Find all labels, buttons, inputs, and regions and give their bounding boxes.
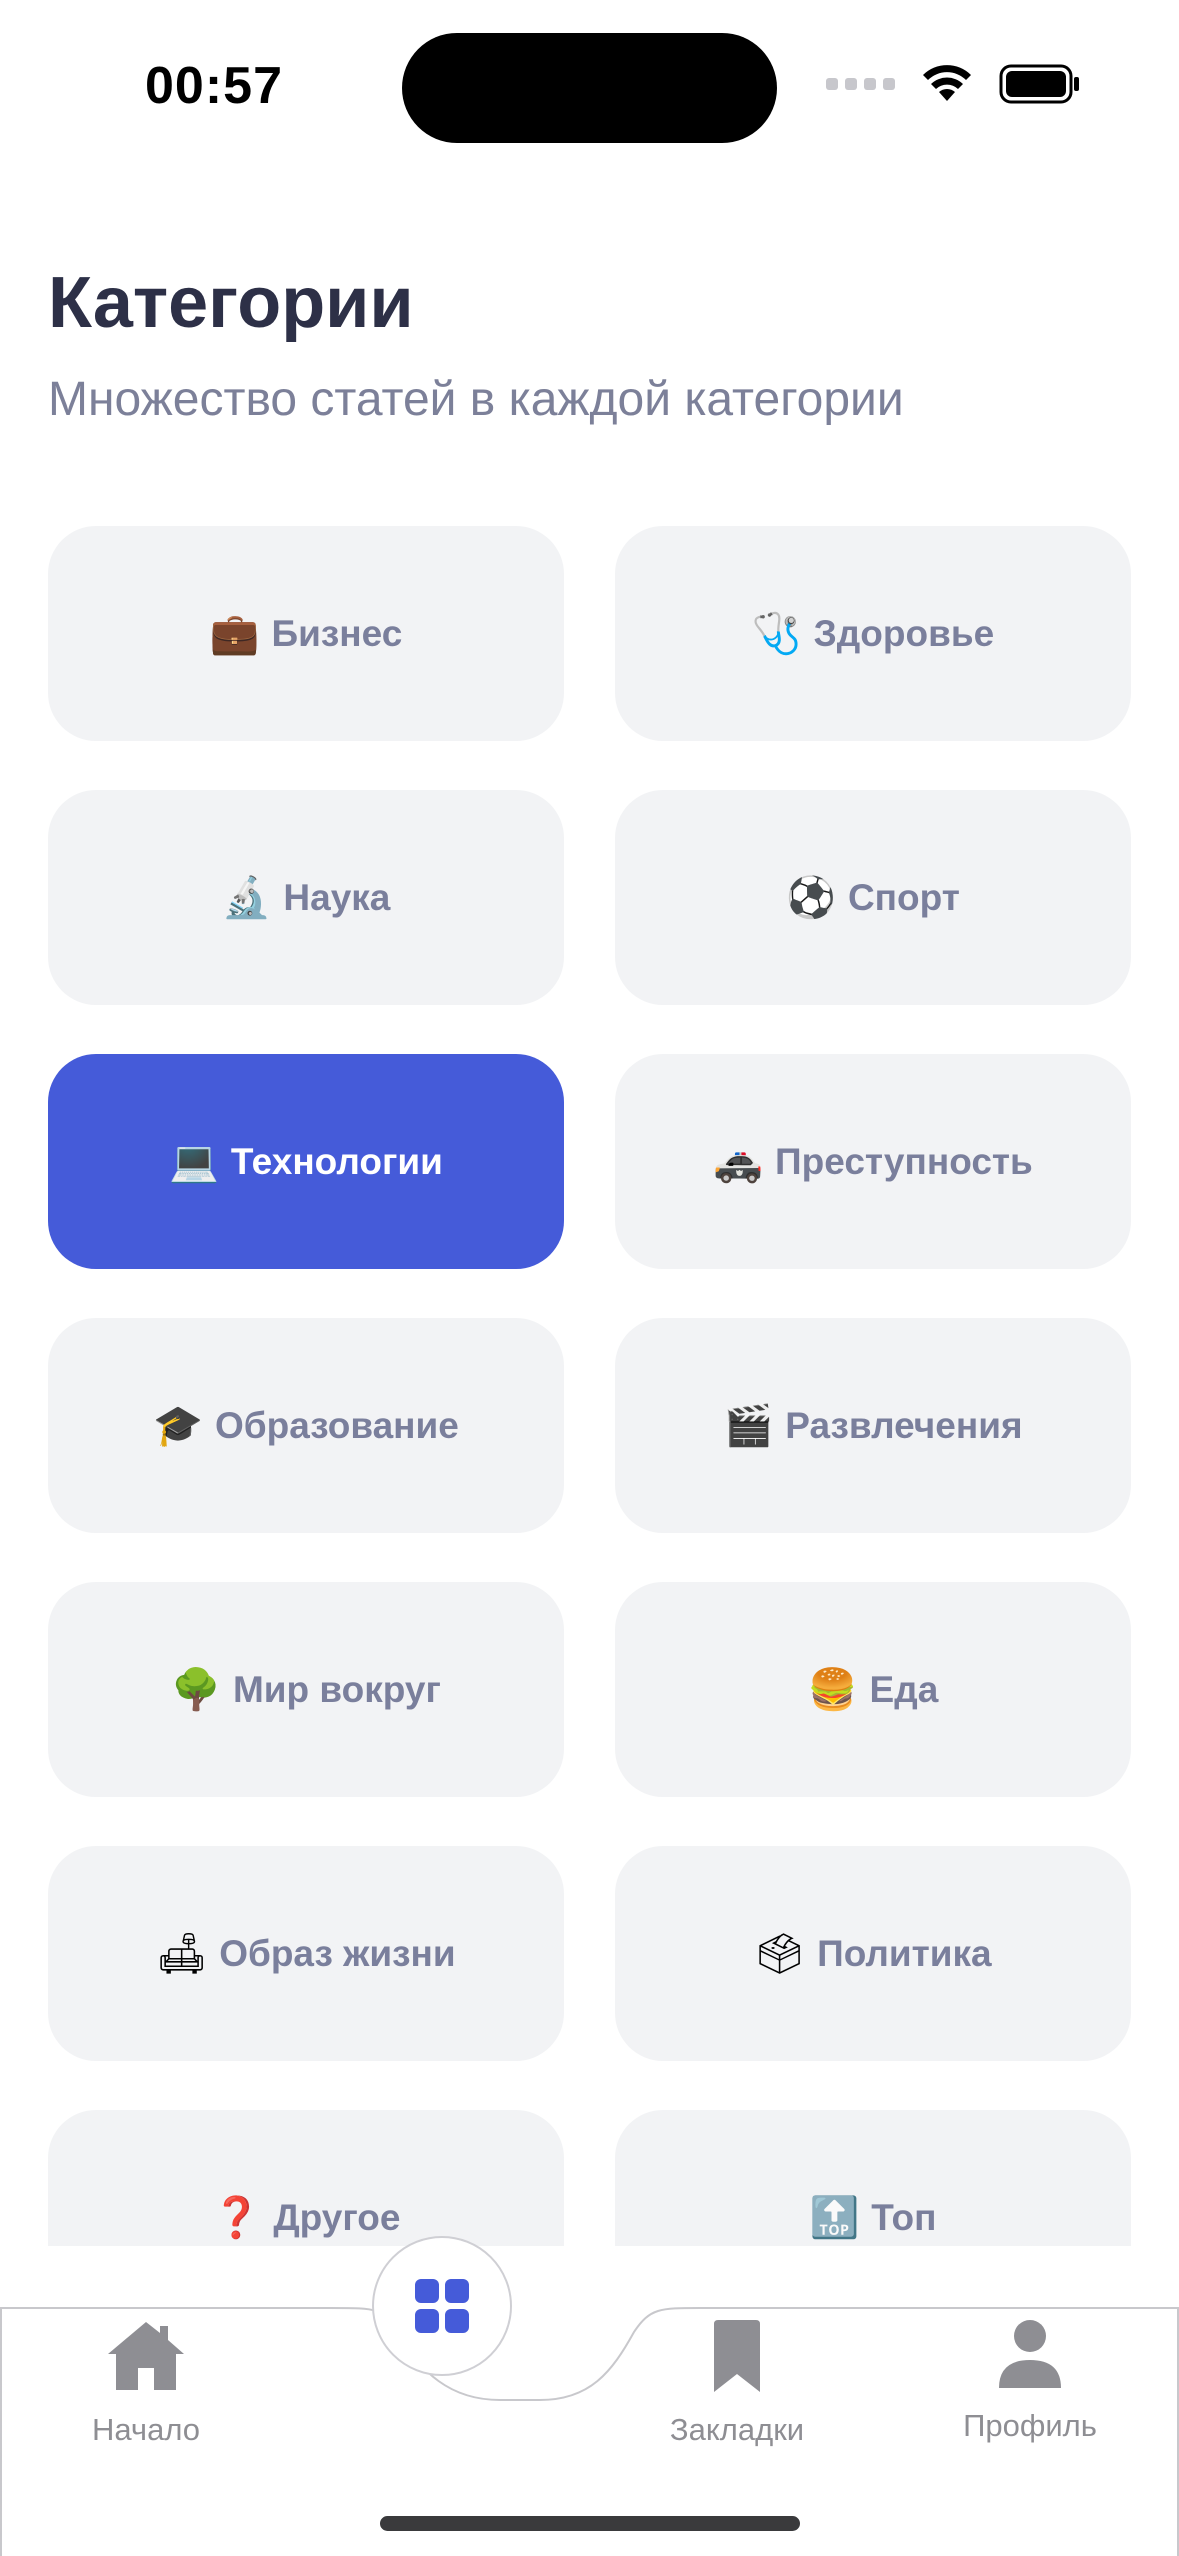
category-card-health[interactable]: 🩺 Здоровье	[615, 526, 1131, 741]
category-label: Образ жизни	[219, 1932, 456, 1974]
category-label: Бизнес	[271, 612, 403, 654]
tab-home-label: Начало	[91, 2412, 200, 2447]
categories-grid-button[interactable]	[372, 2236, 512, 2376]
category-label: Здоровье	[813, 612, 995, 654]
police-car-icon: 🚓	[713, 1138, 764, 1185]
category-card-science[interactable]: 🔬 Наука	[48, 790, 564, 1005]
tab-profile-label: Профиль	[963, 2408, 1097, 2443]
dynamic-island	[402, 33, 777, 143]
graduation-cap-icon: 🎓	[153, 1402, 203, 1449]
burger-icon: 🍔	[807, 1666, 858, 1713]
briefcase-icon: 💼	[209, 610, 260, 657]
tree-icon: 🌳	[171, 1666, 221, 1713]
category-label: Мир вокруг	[232, 1668, 441, 1710]
category-label: Спорт	[847, 876, 960, 918]
tab-profile[interactable]: Профиль	[910, 2318, 1150, 2444]
category-card-business[interactable]: 💼 Бизнес	[48, 526, 564, 741]
category-card-technology[interactable]: 💻 Технологии	[48, 1054, 564, 1269]
ballot-box-icon: 🗳	[754, 1930, 806, 1977]
category-label: Развлечения	[785, 1404, 1023, 1446]
signal-dots-icon	[826, 78, 895, 90]
soccer-ball-icon: ⚽	[786, 874, 836, 921]
category-card-sport[interactable]: ⚽ Спорт	[615, 790, 1131, 1005]
tab-bookmarks-label: Закладки	[669, 2412, 805, 2447]
category-label: Наука	[283, 876, 391, 918]
category-label: Образование	[214, 1404, 459, 1446]
tab-bookmarks[interactable]: Закладки	[617, 2318, 857, 2448]
page-title: Категории	[48, 263, 414, 343]
category-card-education[interactable]: 🎓 Образование	[48, 1318, 564, 1533]
status-bar: 00:57	[0, 0, 1179, 170]
category-card-food[interactable]: 🍔 Еда	[615, 1582, 1131, 1797]
home-icon	[108, 2322, 184, 2390]
status-icons	[826, 64, 1081, 104]
couch-icon: 🛋	[156, 1930, 208, 1977]
category-label: Политика	[817, 1932, 992, 1974]
category-grid: 💼 Бизнес 🩺 Здоровье 🔬 Наука ⚽ Спорт 💻 Те…	[48, 526, 1131, 2246]
laptop-icon: 💻	[169, 1138, 219, 1185]
wifi-icon	[921, 65, 973, 103]
page-subtitle: Множество статей в каждой категории	[48, 373, 904, 426]
status-time: 00:57	[145, 57, 283, 115]
microscope-icon: 🔬	[221, 874, 272, 921]
bookmark-icon	[714, 2320, 760, 2392]
category-label: Технологии	[230, 1140, 443, 1182]
grid-icon	[415, 2279, 469, 2333]
category-label: Преступность	[775, 1140, 1033, 1182]
stethoscope-icon: 🩺	[751, 610, 802, 657]
categories-scroll-area[interactable]: 💼 Бизнес 🩺 Здоровье 🔬 Наука ⚽ Спорт 💻 Те…	[0, 526, 1179, 2246]
category-card-world[interactable]: 🌳 Мир вокруг	[48, 1582, 564, 1797]
battery-icon	[999, 64, 1081, 104]
home-indicator[interactable]	[380, 2516, 800, 2531]
category-card-crime[interactable]: 🚓 Преступность	[615, 1054, 1131, 1269]
category-card-lifestyle[interactable]: 🛋 Образ жизни	[48, 1846, 564, 2061]
category-card-entertainment[interactable]: 🎬 Развлечения	[615, 1318, 1131, 1533]
tab-home[interactable]: Начало	[26, 2318, 266, 2448]
profile-icon	[999, 2320, 1061, 2388]
category-label: Еда	[869, 1668, 939, 1710]
category-card-politics[interactable]: 🗳 Политика	[615, 1846, 1131, 2061]
clapperboard-icon: 🎬	[723, 1402, 774, 1449]
